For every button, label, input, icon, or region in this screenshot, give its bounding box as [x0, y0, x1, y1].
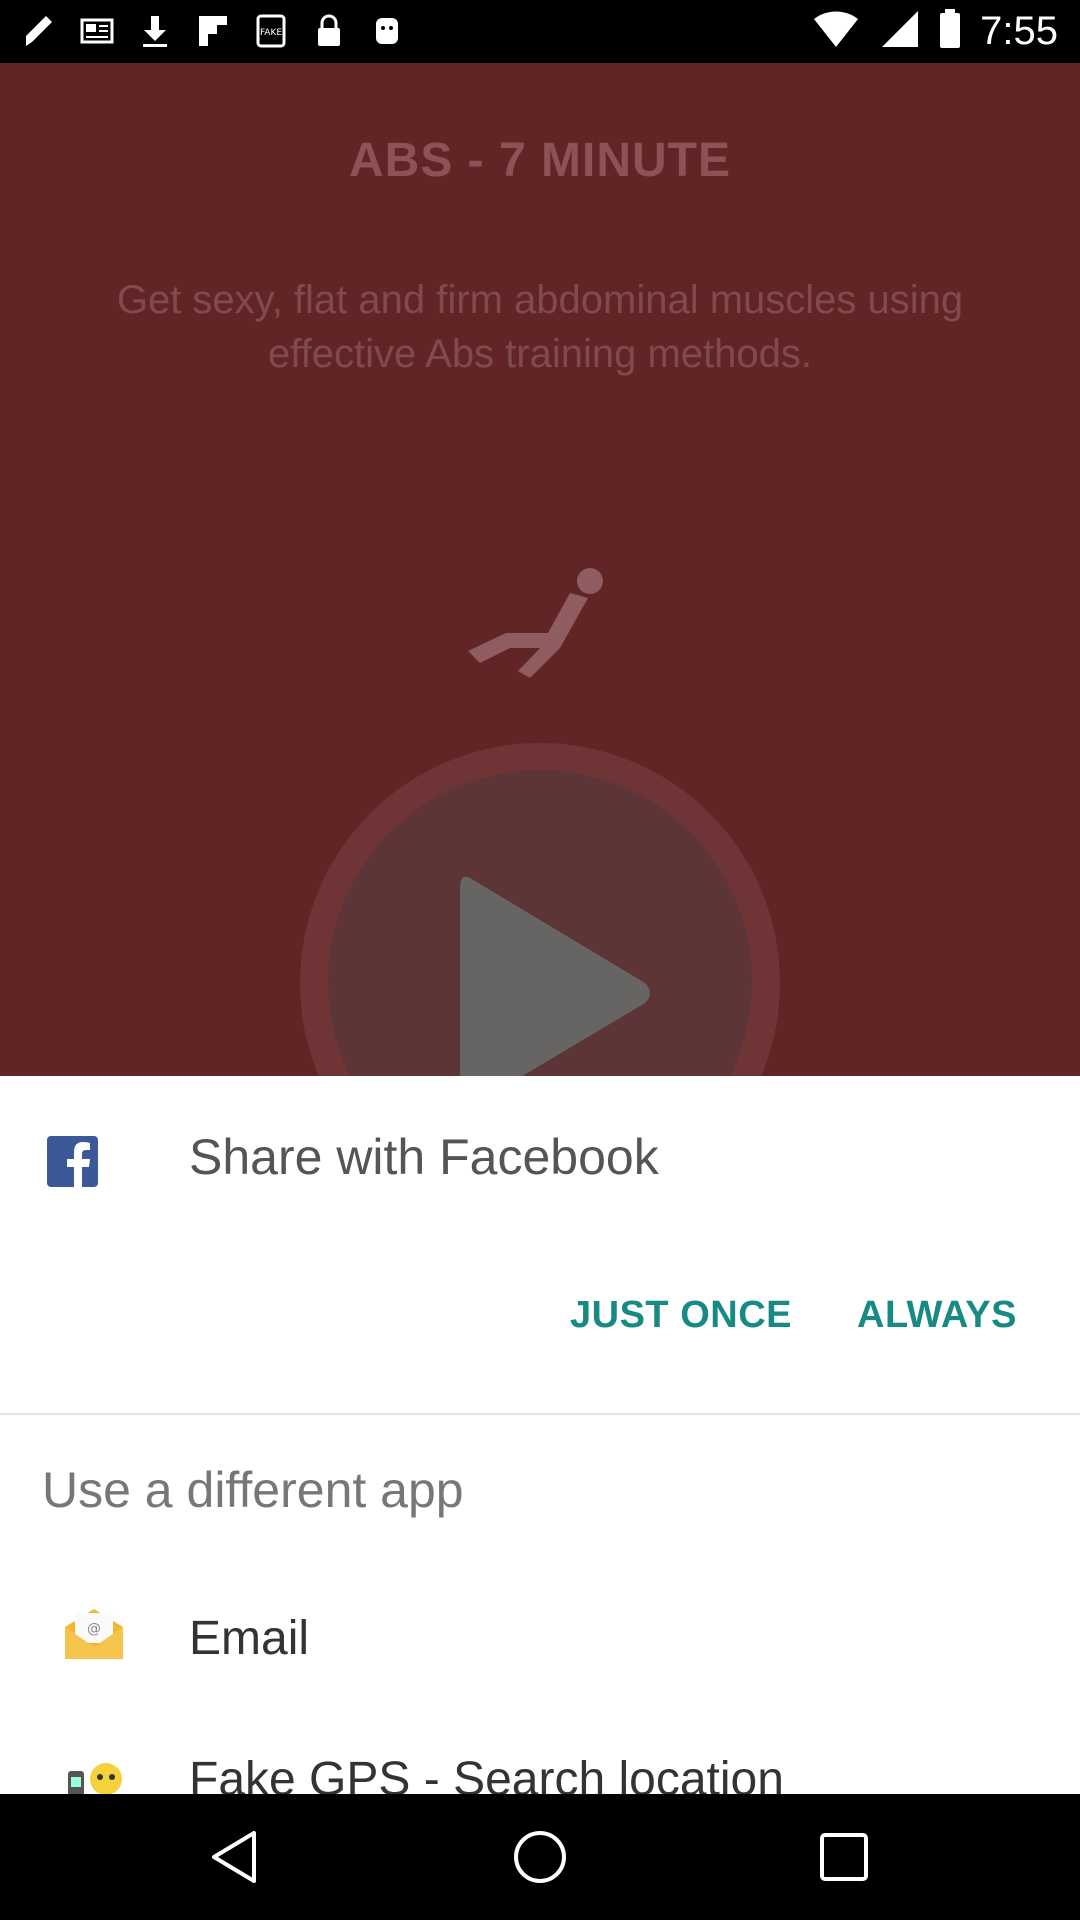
android-icon [370, 12, 404, 50]
navigation-bar [0, 1794, 1080, 1920]
app-description: Get sexy, flat and firm abdominal muscle… [116, 278, 964, 376]
flipboard-icon [196, 12, 230, 50]
share-with-facebook-title: Share with Facebook [189, 1129, 659, 1185]
notification-icon [22, 12, 56, 50]
lock-icon [312, 12, 346, 50]
divider [0, 1413, 1080, 1415]
share-sheet: Share with Facebook JUST ONCE ALWAYS Use… [0, 1076, 1080, 1794]
status-bar: FAKE 7:55 [0, 0, 1080, 63]
fake-gps-icon: FAKE [254, 12, 288, 50]
just-once-button[interactable]: JUST ONCE [570, 1294, 792, 1337]
situp-figure-icon [468, 568, 603, 678]
app-title: ABS - 7 MINUTE [348, 134, 731, 187]
email-icon: @ [65, 1609, 123, 1659]
app-option-email[interactable]: Email [189, 1611, 309, 1666]
app-background-dimmed: ABS - 7 MINUTE Get sexy, flat and firm a… [0, 63, 1080, 1076]
play-icon [460, 876, 650, 1076]
back-icon[interactable] [206, 1827, 266, 1887]
wifi-icon [812, 9, 860, 54]
battery-icon [938, 8, 962, 55]
status-system: 7:55 [812, 8, 1058, 55]
always-button[interactable]: ALWAYS [857, 1294, 1017, 1337]
signal-icon [878, 9, 920, 54]
svg-text:FAKE: FAKE [260, 28, 282, 38]
facebook-icon [47, 1136, 98, 1187]
status-notifications: FAKE [22, 12, 404, 50]
home-icon[interactable] [510, 1827, 570, 1887]
status-time: 7:55 [980, 9, 1058, 53]
download-icon [138, 12, 172, 50]
fake-gps-app-icon [68, 1763, 122, 1794]
app-option-fake-gps[interactable]: Fake GPS - Search location [189, 1752, 784, 1794]
news-icon [80, 12, 114, 50]
svg-text:@: @ [87, 1621, 101, 1637]
use-different-app-heading: Use a different app [42, 1462, 464, 1518]
recents-icon[interactable] [814, 1827, 874, 1887]
